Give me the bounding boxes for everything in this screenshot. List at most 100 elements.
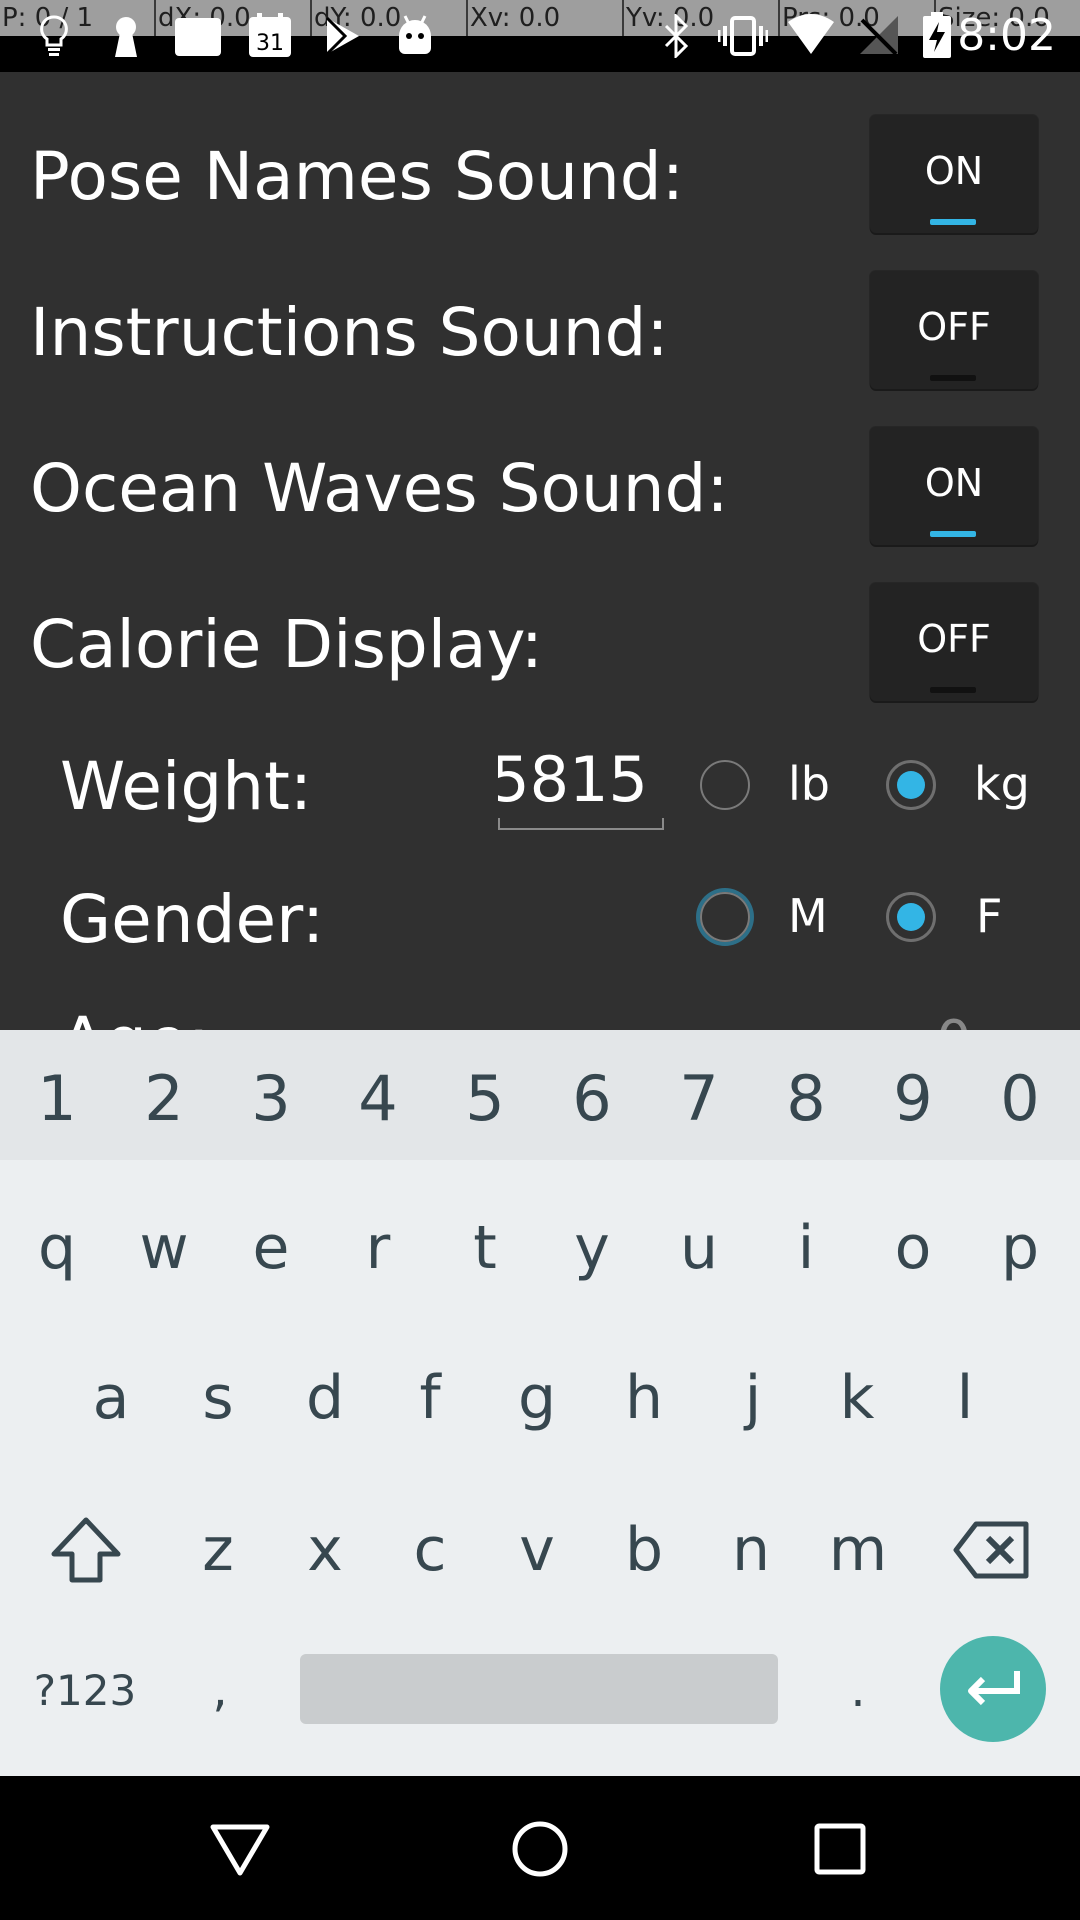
no-signal-icon (856, 14, 902, 58)
comma-key[interactable]: , (180, 1640, 260, 1740)
key-a[interactable]: a (68, 1338, 154, 1458)
keyhole-icon (108, 14, 144, 58)
toggle-indicator-off (930, 687, 976, 693)
recents-button[interactable] (795, 1804, 885, 1894)
key-o[interactable]: o (870, 1188, 956, 1308)
key-r[interactable]: r (335, 1188, 421, 1308)
key-d[interactable]: d (282, 1338, 368, 1458)
key-3[interactable]: 3 (228, 1050, 314, 1146)
key-w[interactable]: w (121, 1188, 207, 1308)
toggle-state: OFF (917, 305, 991, 349)
key-j[interactable]: j (710, 1338, 796, 1458)
ocean-waves-sound-toggle[interactable]: ON (870, 427, 1038, 545)
key-8[interactable]: 8 (763, 1050, 849, 1146)
key-6[interactable]: 6 (549, 1050, 635, 1146)
key-s[interactable]: s (175, 1338, 261, 1458)
gender-male-radio[interactable] (700, 892, 750, 942)
toggle-indicator-on (930, 219, 976, 225)
pointer-debug-overlay: P: 0 / 1 dX: 0.0 dY: 0.0 Xv: 0.0 Yv: 0.0… (0, 0, 1080, 36)
backspace-key[interactable] (946, 1490, 1038, 1610)
key-7[interactable]: 7 (656, 1050, 742, 1146)
toggle-state: OFF (917, 617, 991, 661)
battery-charging-icon (920, 12, 954, 58)
key-0[interactable]: 0 (977, 1050, 1063, 1146)
toggle-state: ON (924, 149, 984, 193)
key-4[interactable]: 4 (335, 1050, 421, 1146)
backspace-icon (953, 1521, 1029, 1579)
gender-female-radio[interactable] (886, 892, 936, 942)
key-x[interactable]: x (282, 1490, 368, 1610)
vibrate-icon (718, 14, 768, 58)
image-icon (172, 14, 224, 58)
key-m[interactable]: m (815, 1490, 901, 1610)
key-1[interactable]: 1 (14, 1050, 100, 1146)
debug-xv: Xv: 0.0 (468, 0, 624, 36)
key-g[interactable]: g (494, 1338, 580, 1458)
key-9[interactable]: 9 (870, 1050, 956, 1146)
key-c[interactable]: c (387, 1490, 473, 1610)
android-icon (394, 14, 436, 58)
shift-key[interactable] (40, 1490, 132, 1610)
navigation-bar (0, 1776, 1080, 1920)
toggle-state: ON (924, 461, 984, 505)
key-2[interactable]: 2 (121, 1050, 207, 1146)
back-triangle-icon (210, 1824, 270, 1876)
key-q[interactable]: q (14, 1188, 100, 1308)
calendar-icon: 31 (246, 13, 294, 58)
key-k[interactable]: k (814, 1338, 900, 1458)
pose-names-sound-label: Pose Names Sound: (30, 138, 684, 215)
ocean-waves-sound-label: Ocean Waves Sound: (30, 450, 729, 527)
recents-square-icon (814, 1823, 866, 1875)
weight-input[interactable]: 5815 (498, 732, 664, 830)
key-v[interactable]: v (494, 1490, 580, 1610)
gender-male-label: M (788, 889, 828, 943)
weight-value: 5815 (498, 743, 648, 816)
home-button[interactable] (495, 1804, 585, 1894)
key-t[interactable]: t (442, 1188, 528, 1308)
back-button[interactable] (195, 1804, 285, 1894)
instructions-sound-label: Instructions Sound: (30, 294, 669, 371)
symbols-key[interactable]: ?123 (20, 1640, 150, 1740)
enter-arrow-icon (968, 1671, 1020, 1706)
unit-kg-radio[interactable] (886, 760, 936, 810)
spacebar[interactable] (300, 1654, 778, 1724)
weight-label: Weight: (60, 748, 313, 825)
key-5[interactable]: 5 (442, 1050, 528, 1146)
key-h[interactable]: h (601, 1338, 687, 1458)
key-z[interactable]: z (175, 1490, 261, 1610)
calorie-display-toggle[interactable]: OFF (870, 583, 1038, 701)
key-p[interactable]: p (977, 1188, 1063, 1308)
clock: 8:02 (957, 10, 1056, 61)
key-u[interactable]: u (656, 1188, 742, 1308)
key-n[interactable]: n (708, 1490, 794, 1610)
instructions-sound-toggle[interactable]: OFF (870, 271, 1038, 389)
soft-keyboard: 1 2 3 4 5 6 7 8 9 0 q w e r t y u i o p … (0, 1030, 1080, 1776)
key-l[interactable]: l (922, 1338, 1008, 1458)
status-bar: P: 0 / 1 dX: 0.0 dY: 0.0 Xv: 0.0 Yv: 0.0… (0, 0, 1080, 72)
unit-lb-label: lb (788, 757, 830, 811)
age-label: Age: (60, 1002, 210, 1030)
key-e[interactable]: e (228, 1188, 314, 1308)
shift-arrow-icon (51, 1517, 121, 1583)
key-b[interactable]: b (601, 1490, 687, 1610)
settings-panel: Pose Names Sound: ON Instructions Sound:… (0, 72, 1080, 1030)
wifi-icon (786, 14, 836, 58)
unit-lb-radio[interactable] (700, 760, 750, 810)
age-input[interactable]: 0 (936, 1002, 972, 1030)
toggle-indicator-on (930, 531, 976, 537)
play-store-icon (322, 14, 364, 58)
gender-label: Gender: (60, 881, 325, 958)
period-key[interactable]: . (818, 1640, 898, 1740)
key-i[interactable]: i (763, 1188, 849, 1308)
unit-kg-label: kg (974, 757, 1030, 811)
key-f[interactable]: f (387, 1338, 473, 1458)
key-y[interactable]: y (549, 1188, 635, 1308)
pose-names-sound-toggle[interactable]: ON (870, 115, 1038, 233)
home-circle-icon (512, 1821, 568, 1877)
lightbulb-icon (36, 14, 72, 58)
gender-female-label: F (976, 889, 1003, 943)
calendar-date: 31 (256, 31, 284, 56)
calorie-display-label: Calorie Display: (30, 606, 544, 683)
enter-key[interactable] (940, 1636, 1046, 1742)
toggle-indicator-off (930, 375, 976, 381)
